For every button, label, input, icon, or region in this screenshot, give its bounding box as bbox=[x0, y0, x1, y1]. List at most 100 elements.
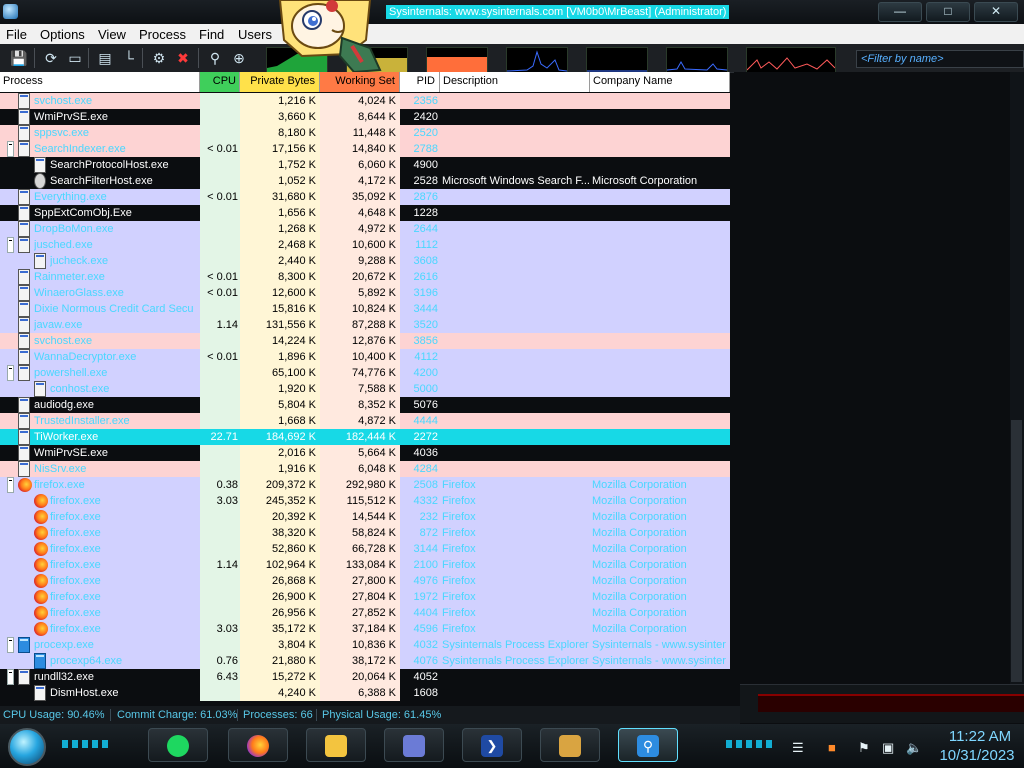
target-icon[interactable]: ⚙ bbox=[150, 49, 168, 67]
process-row[interactable]: SearchProtocolHost.exe 1,752 K 6,060 K 4900 bbox=[0, 157, 730, 173]
network-icon[interactable]: ▣ bbox=[882, 740, 894, 756]
process-row[interactable]: procexp64.exe 0.76 21,880 K 38,172 K 4076 Sys… bbox=[0, 653, 730, 669]
process-list[interactable]: svchost.exe 1,216 K 4,024 K 2356 WmiPrvSE.ex… bbox=[0, 93, 730, 701]
process-row[interactable]: firefox.exe 26,900 K 27,804 K 1972 Firefox Mo… bbox=[0, 589, 730, 605]
firefox-icon bbox=[247, 735, 269, 757]
tree-icon[interactable]: └ bbox=[120, 49, 138, 67]
process-name: svchost.exe bbox=[34, 95, 93, 107]
scrollbar-thumb[interactable] bbox=[1011, 420, 1022, 682]
maximize-button[interactable]: □ bbox=[926, 2, 970, 22]
process-row[interactable]: firefox.exe 26,868 K 27,800 K 4976 Firefox Mo… bbox=[0, 573, 730, 589]
save-icon[interactable]: 💾 bbox=[10, 49, 28, 67]
taskbar-app-spotify[interactable] bbox=[148, 728, 208, 762]
refresh-icon[interactable]: ⟳ bbox=[42, 49, 60, 67]
process-row[interactable]: DismHost.exe 4,240 K 6,388 K 1608 bbox=[0, 685, 730, 701]
io-graph[interactable] bbox=[506, 47, 568, 73]
process-description bbox=[442, 365, 590, 381]
column-header-working-set[interactable]: Working Set bbox=[320, 72, 400, 92]
show-desktop-icon[interactable]: ☰ bbox=[792, 740, 804, 756]
process-row[interactable]: rundll32.exe 6.43 15,272 K 20,064 K 4052 bbox=[0, 669, 730, 685]
taskbar-app-process-explorer[interactable]: ⚲ bbox=[618, 728, 678, 762]
menu-file[interactable]: File bbox=[6, 27, 27, 42]
column-header-pid[interactable]: PID bbox=[400, 72, 440, 92]
taskbar-app-control-panel[interactable] bbox=[384, 728, 444, 762]
process-private-bytes: 15,272 K bbox=[271, 671, 316, 683]
process-row[interactable]: firefox.exe 1.14 102,964 K 133,084 K 2100 Fir… bbox=[0, 557, 730, 573]
collapse-toggle-icon[interactable] bbox=[7, 237, 14, 253]
process-company bbox=[592, 237, 730, 253]
process-row[interactable]: conhost.exe 1,920 K 7,588 K 5000 bbox=[0, 381, 730, 397]
process-row[interactable]: firefox.exe 26,956 K 27,852 K 4404 Firefox Mo… bbox=[0, 605, 730, 621]
process-description: Firefox bbox=[442, 591, 476, 603]
system-info-icon[interactable]: ▭ bbox=[66, 49, 84, 67]
process-row[interactable]: TrustedInstaller.exe 1,668 K 4,872 K 4444 bbox=[0, 413, 730, 429]
clock-date[interactable]: 10/31/2023 bbox=[930, 747, 1024, 764]
column-header-process[interactable]: Process bbox=[0, 72, 200, 92]
disk-graph[interactable] bbox=[666, 47, 728, 73]
taskbar-app-file-explorer[interactable] bbox=[306, 728, 366, 762]
menu-find[interactable]: Find bbox=[199, 27, 224, 42]
clock-time[interactable]: 11:22 AM bbox=[938, 728, 1022, 745]
volume-icon[interactable]: 🔈 bbox=[906, 740, 922, 756]
process-row[interactable]: SearchIndexer.exe < 0.01 17,156 K 14,840 K 2… bbox=[0, 141, 730, 157]
column-header-description[interactable]: Description bbox=[440, 72, 590, 92]
find-icon[interactable]: ⚲ bbox=[206, 49, 224, 67]
taskbar-app-handshake[interactable] bbox=[540, 728, 600, 762]
process-working-set: 10,836 K bbox=[351, 639, 396, 651]
process-explorer-app-icon[interactable] bbox=[3, 4, 18, 19]
physical-memory-graph[interactable] bbox=[426, 47, 488, 73]
network-graph[interactable] bbox=[586, 47, 648, 73]
action-center-icon[interactable]: ■ bbox=[828, 740, 836, 755]
gpu-graph[interactable] bbox=[746, 47, 836, 73]
process-row[interactable]: WannaDecryptor.exe < 0.01 1,896 K 10,400 K 4… bbox=[0, 349, 730, 365]
collapse-toggle-icon[interactable] bbox=[7, 365, 14, 381]
process-row[interactable]: jusched.exe 2,468 K 10,600 K 1112 bbox=[0, 237, 730, 253]
process-row[interactable]: WinaeroGlass.exe < 0.01 12,600 K 5,892 K 319… bbox=[0, 285, 730, 301]
process-row[interactable]: sppsvc.exe 8,180 K 11,448 K 2520 bbox=[0, 125, 730, 141]
kill-icon[interactable]: ✖ bbox=[174, 49, 192, 67]
process-row[interactable]: svchost.exe 14,224 K 12,876 K 3856 bbox=[0, 333, 730, 349]
column-header-cpu[interactable]: CPU bbox=[200, 72, 240, 92]
process-row[interactable]: SearchFilterHost.exe 1,052 K 4,172 K 2528 Mi… bbox=[0, 173, 730, 189]
process-row[interactable]: WmiPrvSE.exe 3,660 K 8,644 K 2420 bbox=[0, 109, 730, 125]
process-row[interactable]: DropBoMon.exe 1,268 K 4,972 K 2644 bbox=[0, 221, 730, 237]
process-row[interactable]: firefox.exe 3.03 245,352 K 115,512 K 4332 Fir… bbox=[0, 493, 730, 509]
graph-icon[interactable]: ▤ bbox=[96, 49, 114, 67]
start-button[interactable] bbox=[8, 728, 46, 766]
column-header-private-bytes[interactable]: Private Bytes bbox=[240, 72, 320, 92]
collapse-toggle-icon[interactable] bbox=[7, 669, 14, 685]
process-row[interactable]: firefox.exe 38,320 K 58,824 K 872 Firefox Moz… bbox=[0, 525, 730, 541]
collapse-toggle-icon[interactable] bbox=[7, 141, 14, 157]
process-row[interactable]: firefox.exe 3.03 35,172 K 37,184 K 4596 Firef… bbox=[0, 621, 730, 637]
flag-icon[interactable]: ⚑ bbox=[858, 740, 870, 756]
process-row[interactable]: NisSrv.exe 1,916 K 6,048 K 4284 bbox=[0, 461, 730, 477]
process-row[interactable]: firefox.exe 0.38 209,372 K 292,980 K 2508 Fir… bbox=[0, 477, 730, 493]
close-button[interactable]: ✕ bbox=[974, 2, 1018, 22]
process-row[interactable]: WmiPrvSE.exe 2,016 K 5,664 K 4036 bbox=[0, 445, 730, 461]
process-row[interactable]: Rainmeter.exe < 0.01 8,300 K 20,672 K 2616 bbox=[0, 269, 730, 285]
process-row[interactable]: Everything.exe < 0.01 31,680 K 35,092 K 2876 bbox=[0, 189, 730, 205]
process-row[interactable]: TiWorker.exe 22.71 184,692 K 182,444 K 2272 bbox=[0, 429, 730, 445]
process-row[interactable]: audiodg.exe 5,804 K 8,352 K 5076 bbox=[0, 397, 730, 413]
menu-process[interactable]: Process bbox=[139, 27, 186, 42]
process-row[interactable]: jucheck.exe 2,440 K 9,288 K 3608 bbox=[0, 253, 730, 269]
collapse-toggle-icon[interactable] bbox=[7, 637, 14, 653]
menu-options[interactable]: Options bbox=[40, 27, 85, 42]
minimize-button[interactable]: — bbox=[878, 2, 922, 22]
collapse-toggle-icon[interactable] bbox=[7, 477, 14, 493]
process-row[interactable]: firefox.exe 52,860 K 66,728 K 3144 Firefox Mo… bbox=[0, 541, 730, 557]
column-header-company[interactable]: Company Name bbox=[590, 72, 730, 92]
process-row[interactable]: powershell.exe 65,100 K 74,776 K 4200 bbox=[0, 365, 730, 381]
taskbar-app-firefox[interactable] bbox=[228, 728, 288, 762]
process-row[interactable]: SppExtComObj.Exe 1,656 K 4,648 K 1228 bbox=[0, 205, 730, 221]
menu-view[interactable]: View bbox=[98, 27, 126, 42]
process-row[interactable]: procexp.exe 3,804 K 10,836 K 4032 Sysinterna… bbox=[0, 637, 730, 653]
taskbar-app-powershell[interactable]: ❯ bbox=[462, 728, 522, 762]
filter-by-name-input[interactable] bbox=[857, 51, 1024, 67]
process-row[interactable]: firefox.exe 20,392 K 14,544 K 232 Firefox Moz… bbox=[0, 509, 730, 525]
crosshair-icon[interactable]: ⊕ bbox=[230, 49, 248, 67]
column-header: Process CPU Private Bytes Working Set PI… bbox=[0, 72, 730, 92]
process-row[interactable]: javaw.exe 1.14 131,556 K 87,288 K 3520 bbox=[0, 317, 730, 333]
process-row[interactable]: Dixie Normous Credit Card Secu 15,816 K 10… bbox=[0, 301, 730, 317]
process-row[interactable]: svchost.exe 1,216 K 4,024 K 2356 bbox=[0, 93, 730, 109]
